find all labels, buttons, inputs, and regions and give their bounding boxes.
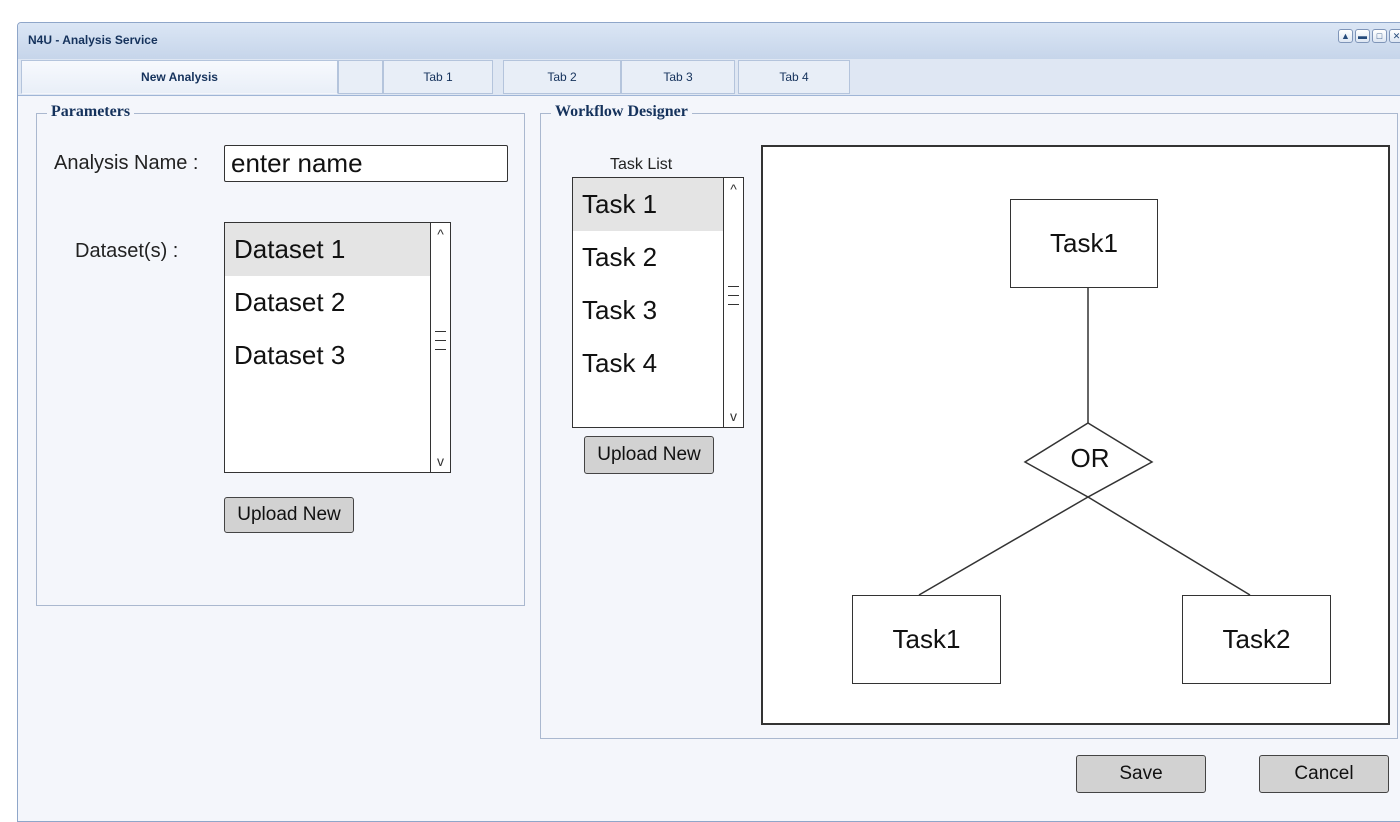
task-scrollbar[interactable]: ^ v bbox=[723, 178, 743, 427]
task-item[interactable]: Task 2 bbox=[573, 231, 743, 284]
tab-new-analysis[interactable]: New Analysis bbox=[21, 60, 338, 94]
scroll-down-icon[interactable]: v bbox=[431, 450, 450, 472]
tab-bar: New Analysis Tab 1 Tab 2 Tab 3 Tab 4 bbox=[18, 59, 1400, 96]
minimize-icon[interactable]: ▬ bbox=[1355, 29, 1370, 43]
tab-2[interactable]: Tab 2 bbox=[503, 60, 621, 94]
dataset-item[interactable]: Dataset 1 bbox=[225, 223, 450, 276]
task-item[interactable]: Task 1 bbox=[573, 178, 743, 231]
scroll-grip-icon bbox=[435, 331, 446, 332]
task-item[interactable]: Task 4 bbox=[573, 337, 743, 390]
up-arrow-icon[interactable]: ▲ bbox=[1338, 29, 1353, 43]
upload-task-button[interactable]: Upload New bbox=[584, 436, 714, 474]
window-title: N4U - Analysis Service bbox=[28, 33, 158, 47]
or-gateway-label: OR bbox=[1070, 443, 1110, 473]
tab-1[interactable]: Tab 1 bbox=[383, 60, 493, 94]
datasets-scrollbar[interactable]: ^ v bbox=[430, 223, 450, 472]
task-node-top[interactable]: Task1 bbox=[1010, 199, 1158, 288]
dataset-item[interactable]: Dataset 3 bbox=[225, 329, 450, 382]
scroll-grip-icon bbox=[435, 349, 446, 350]
tab-3[interactable]: Tab 3 bbox=[621, 60, 735, 94]
analysis-name-label: Analysis Name : bbox=[54, 152, 199, 174]
maximize-icon[interactable]: □ bbox=[1372, 29, 1387, 43]
scroll-grip-icon bbox=[728, 286, 739, 287]
workflow-canvas[interactable]: Task1 OR Task1 Task2 bbox=[761, 145, 1390, 725]
window-controls: ▲ ▬ □ ✕ bbox=[1338, 29, 1400, 43]
tab-blank[interactable] bbox=[338, 60, 383, 94]
task-listbox[interactable]: Task 1 Task 2 Task 3 Task 4 ^ v bbox=[572, 177, 744, 428]
parameters-legend: Parameters bbox=[47, 103, 135, 121]
tab-4[interactable]: Tab 4 bbox=[738, 60, 850, 94]
datasets-listbox[interactable]: Dataset 1 Dataset 2 Dataset 3 ^ v bbox=[224, 222, 451, 473]
dataset-item[interactable]: Dataset 2 bbox=[225, 276, 450, 329]
cancel-button[interactable]: Cancel bbox=[1259, 755, 1389, 793]
scroll-down-icon[interactable]: v bbox=[724, 405, 743, 427]
scroll-grip-icon bbox=[728, 304, 739, 305]
analysis-name-input[interactable]: enter name bbox=[224, 145, 508, 182]
task-node-right[interactable]: Task2 bbox=[1182, 595, 1331, 684]
workflow-legend: Workflow Designer bbox=[551, 103, 692, 121]
task-item[interactable]: Task 3 bbox=[573, 284, 743, 337]
scroll-up-icon[interactable]: ^ bbox=[724, 178, 743, 200]
connector-line bbox=[1087, 496, 1251, 596]
scroll-up-icon[interactable]: ^ bbox=[431, 223, 450, 245]
title-bar: N4U - Analysis Service ▲ ▬ □ ✕ bbox=[18, 23, 1400, 60]
save-button[interactable]: Save bbox=[1076, 755, 1206, 793]
scroll-grip-icon bbox=[435, 340, 446, 341]
datasets-label: Dataset(s) : bbox=[75, 240, 179, 262]
task-list-label: Task List bbox=[610, 156, 673, 173]
connector-line bbox=[918, 496, 1089, 596]
close-icon[interactable]: ✕ bbox=[1389, 29, 1400, 43]
scroll-grip-icon bbox=[728, 295, 739, 296]
upload-dataset-button[interactable]: Upload New bbox=[224, 497, 354, 533]
task-node-left[interactable]: Task1 bbox=[852, 595, 1001, 684]
